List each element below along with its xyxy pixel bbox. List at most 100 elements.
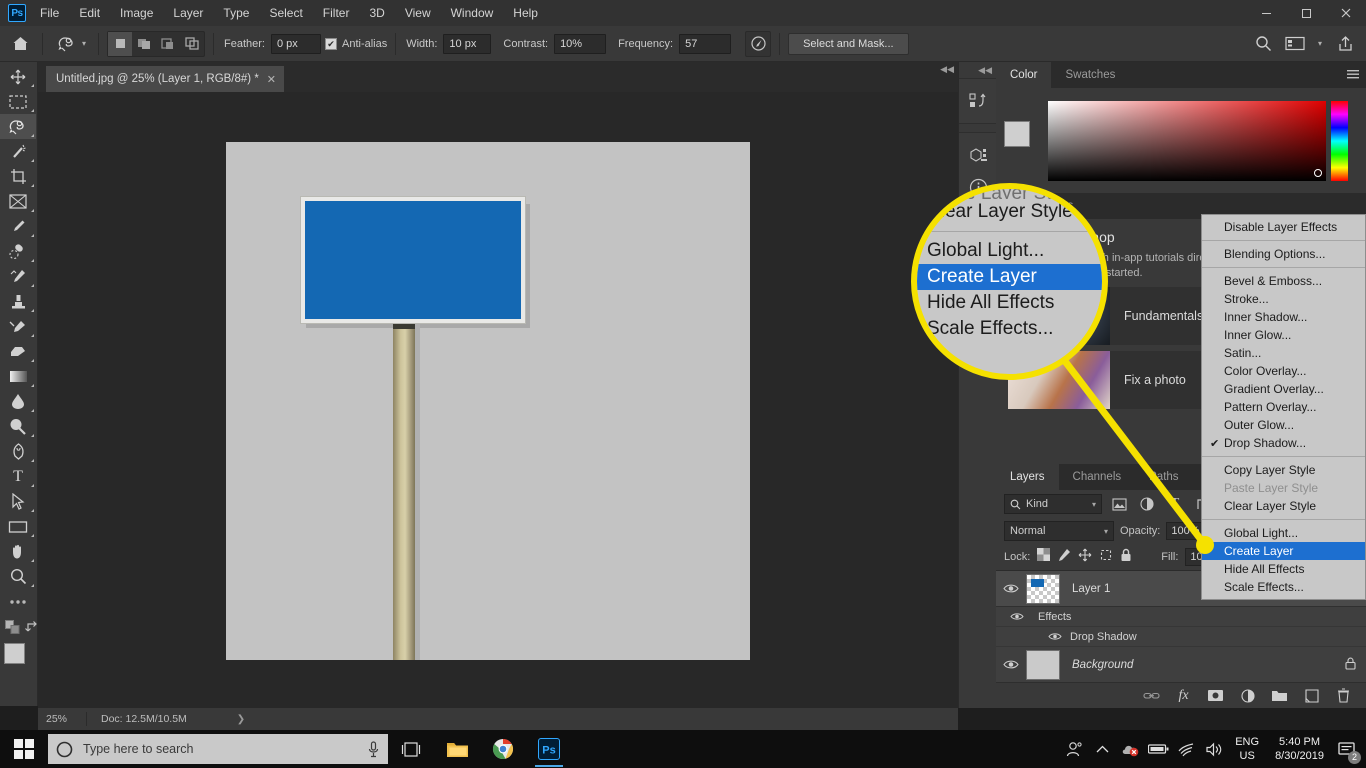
add-to-selection-icon[interactable] — [132, 32, 156, 56]
close-icon[interactable]: ✕ — [267, 73, 276, 86]
collapse-panels-icon[interactable]: ◀◀ — [959, 62, 996, 78]
magnified-item-create-layer[interactable]: Create Layer — [917, 264, 1102, 290]
swap-colors-icon[interactable] — [25, 620, 39, 639]
menu-3d[interactable]: 3D — [359, 2, 394, 24]
search-icon[interactable] — [1250, 31, 1276, 57]
tab-channels[interactable]: Channels — [1059, 464, 1136, 490]
contrast-input[interactable]: 10% — [554, 33, 607, 54]
tab-layers[interactable]: Layers — [996, 464, 1059, 490]
history-icon[interactable] — [959, 85, 997, 117]
wifi-icon[interactable] — [1173, 730, 1199, 768]
menu-item-create-layer[interactable]: Create Layer — [1202, 542, 1365, 560]
panel-menu-icon[interactable] — [1340, 62, 1366, 88]
feather-input[interactable]: 0 px — [270, 33, 321, 54]
workspace-icon[interactable] — [1282, 31, 1308, 57]
menu-item-disable-layer-effects[interactable]: Disable Layer Effects — [1202, 218, 1365, 236]
antialias-checkbox[interactable]: ✔ Anti-alias — [324, 37, 387, 50]
lock-icon[interactable] — [1345, 657, 1356, 673]
color-field[interactable] — [1048, 100, 1326, 181]
menu-item-bevel-and-emboss[interactable]: Bevel & Emboss... — [1202, 272, 1365, 290]
filter-pixel-icon[interactable] — [1108, 494, 1130, 514]
menu-window[interactable]: Window — [441, 2, 504, 24]
people-icon[interactable] — [1061, 730, 1087, 768]
tab-paths[interactable]: Paths — [1135, 464, 1192, 490]
menu-edit[interactable]: Edit — [69, 2, 110, 24]
tab-swatches[interactable]: Swatches — [1051, 62, 1129, 88]
menu-item-drop-shadow[interactable]: ✔ Drop Shadow... — [1202, 434, 1365, 452]
menu-item-outer-glow[interactable]: Outer Glow... — [1202, 416, 1365, 434]
menu-layer[interactable]: Layer — [163, 2, 213, 24]
home-icon[interactable] — [6, 30, 34, 58]
menu-filter[interactable]: Filter — [313, 2, 360, 24]
gradient-tool[interactable] — [0, 364, 36, 389]
new-fill-adjustment-icon[interactable] — [1239, 687, 1256, 705]
magnified-item-hide-all-effects[interactable]: Hide All Effects — [917, 290, 1102, 316]
3d-icon[interactable] — [959, 139, 997, 171]
menu-item-color-overlay[interactable]: Color Overlay... — [1202, 362, 1365, 380]
onedrive-error-icon[interactable] — [1117, 730, 1143, 768]
tool-preset-picker[interactable]: ▾ — [51, 30, 90, 58]
rectangle-tool[interactable] — [0, 514, 36, 539]
status-menu-chevron-icon[interactable]: ❯ — [237, 714, 245, 725]
document-tab[interactable]: Untitled.jpg @ 25% (Layer 1, RGB/8#) * ✕ — [46, 66, 285, 92]
task-view-icon[interactable] — [388, 730, 434, 768]
link-layers-icon[interactable] — [1143, 687, 1160, 705]
menu-item-gradient-overlay[interactable]: Gradient Overlay... — [1202, 380, 1365, 398]
zoom-level[interactable]: 25% — [38, 713, 86, 725]
lock-artboard-icon[interactable] — [1099, 548, 1113, 567]
tab-color[interactable]: Color — [996, 62, 1052, 88]
pen-tool[interactable] — [0, 439, 36, 464]
magnified-item-global-light[interactable]: Global Light... — [917, 238, 1102, 264]
dodge-tool[interactable] — [0, 414, 36, 439]
photoshop-icon[interactable]: Ps — [526, 730, 572, 768]
drop-shadow-visibility-icon[interactable] — [996, 632, 1062, 641]
menu-item-hide-all-effects[interactable]: Hide All Effects — [1202, 560, 1365, 578]
layer-thumbnail[interactable] — [1026, 649, 1060, 680]
table-row[interactable]: Background — [996, 647, 1366, 683]
layer-name[interactable]: Background — [1060, 659, 1133, 671]
minimize-icon[interactable] — [1246, 0, 1286, 26]
menu-item-blending-options[interactable]: Blending Options... — [1202, 245, 1365, 263]
menu-select[interactable]: Select — [259, 2, 312, 24]
color-panel[interactable] — [996, 88, 1366, 193]
menu-item-satin[interactable]: Satin... — [1202, 344, 1365, 362]
action-center-icon[interactable]: 2 — [1334, 730, 1361, 768]
clone-stamp-tool[interactable] — [0, 289, 36, 314]
menu-type[interactable]: Type — [213, 2, 259, 24]
canvas-area[interactable] — [38, 92, 958, 708]
foreground-color-swatch[interactable] — [1004, 120, 1030, 147]
file-explorer-icon[interactable] — [434, 730, 480, 768]
filter-type-icon[interactable]: T — [1164, 494, 1186, 514]
magnified-item-scale-effects[interactable]: Scale Effects... — [917, 316, 1102, 342]
effects-visibility-icon[interactable] — [996, 612, 1024, 621]
search-input[interactable]: Type here to search — [48, 734, 388, 764]
magic-wand-tool[interactable] — [0, 139, 36, 164]
move-tool[interactable] — [0, 64, 36, 89]
collapse-panels-icon[interactable]: ◀◀ — [940, 64, 954, 75]
menu-item-stroke[interactable]: Stroke... — [1202, 290, 1365, 308]
zoom-tool[interactable] — [0, 564, 36, 589]
frequency-input[interactable]: 57 — [679, 33, 732, 54]
frame-tool[interactable] — [0, 189, 36, 214]
horizontal-type-tool[interactable]: T — [0, 464, 36, 489]
new-layer-icon[interactable] — [1303, 687, 1320, 705]
windows-start-icon[interactable] — [0, 730, 48, 768]
clock[interactable]: 5:40 PM 8/30/2019 — [1267, 735, 1332, 763]
brush-tool[interactable] — [0, 264, 36, 289]
language-indicator[interactable]: ENG US — [1229, 735, 1265, 763]
menu-item-global-light[interactable]: Global Light... — [1202, 524, 1365, 542]
menu-item-copy-layer-style[interactable]: Copy Layer Style — [1202, 461, 1365, 479]
subtract-from-selection-icon[interactable] — [156, 32, 180, 56]
layer-effects-context-menu[interactable]: Disable Layer Effects Blending Options..… — [1201, 214, 1366, 600]
layer-name[interactable]: Layer 1 — [1060, 583, 1110, 595]
battery-icon[interactable] — [1145, 730, 1171, 768]
google-chrome-icon[interactable] — [480, 730, 526, 768]
color-panel-swatches[interactable] — [1004, 120, 1044, 161]
menu-image[interactable]: Image — [110, 2, 163, 24]
width-input[interactable]: 10 px — [443, 33, 492, 54]
foreground-color-swatch[interactable] — [4, 643, 25, 664]
magnified-item-clear-layer-style[interactable]: Clear Layer Style — [917, 199, 1102, 225]
list-item[interactable]: Drop Shadow — [996, 627, 1366, 647]
edit-toolbar-icon[interactable] — [0, 589, 36, 614]
eyedropper-tool[interactable] — [0, 214, 36, 239]
